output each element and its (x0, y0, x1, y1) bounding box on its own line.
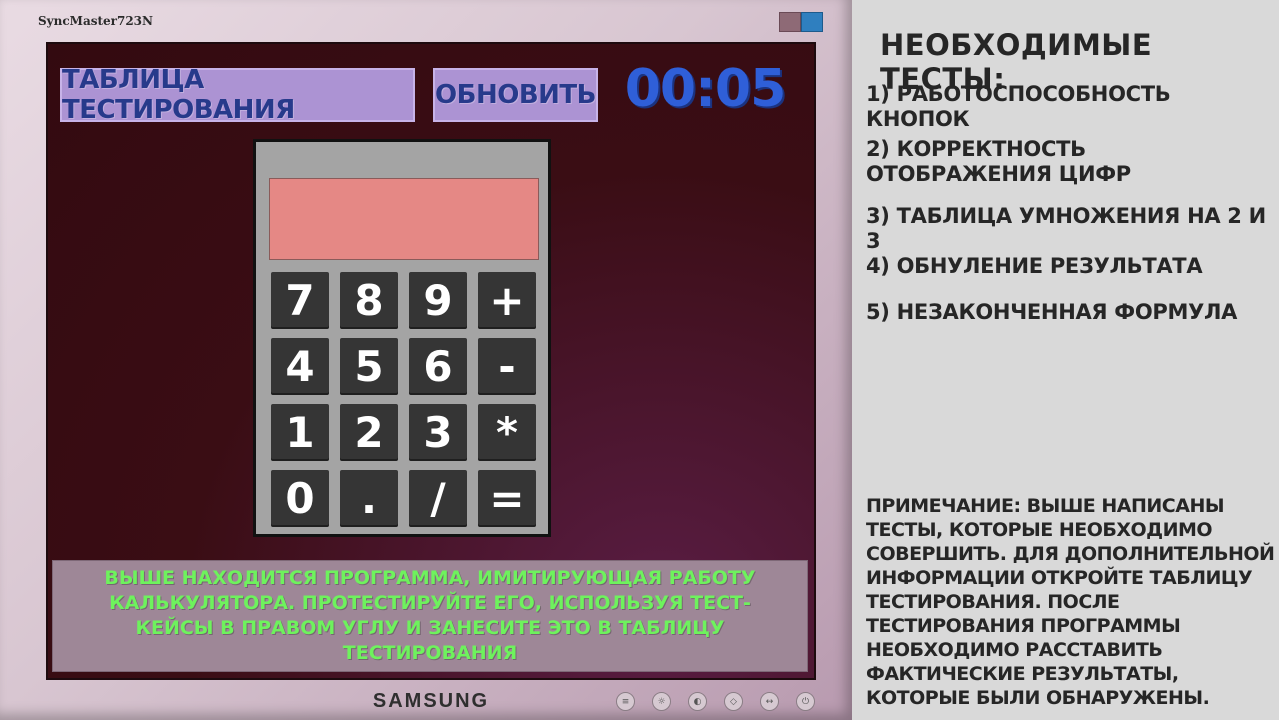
monitor-controls: ≡ ☼ ◐ ◇ ↔ ⏻ (616, 692, 815, 711)
key-8[interactable]: 8 (340, 272, 398, 329)
contrast-icon: ◐ (688, 692, 707, 711)
source-icon: ↔ (760, 692, 779, 711)
auto-icon: ◇ (724, 692, 743, 711)
instructions-panel: ВЫШЕ НАХОДИТСЯ ПРОГРАММА, ИМИТИРУЮЩАЯ РА… (52, 560, 808, 672)
test-item: 4) ОБНУЛЕНИЕ РЕЗУЛЬТАТА (866, 254, 1203, 278)
key-5[interactable]: 5 (340, 338, 398, 395)
calculator-display (269, 178, 539, 260)
test-item: 3) ТАБЛИЦА УМНОЖЕНИЯ НА 2 И 3 (866, 204, 1266, 253)
key-minus[interactable]: - (478, 338, 536, 395)
key-plus[interactable]: + (478, 272, 536, 329)
key-6[interactable]: 6 (409, 338, 467, 395)
key-2[interactable]: 2 (340, 404, 398, 461)
timer: 00:05 (624, 59, 787, 119)
power-icon: ⏻ (796, 692, 815, 711)
calculator-keypad: 7 8 9 + 4 5 6 - 1 2 3 * 0 . / = (271, 272, 536, 527)
brightness-icon: ☼ (652, 692, 671, 711)
tests-panel: НЕОБХОДИМЫЕ ТЕСТЫ: 1) РАБОТОСПОСОБНОСТЬ … (852, 0, 1279, 720)
monitor-screen: ТАБЛИЦА ТЕСТИРОВАНИЯ ОБНОВИТЬ 00:05 7 8 … (46, 42, 816, 680)
monitor-model-label: SyncMaster723N (38, 14, 154, 28)
key-3[interactable]: 3 (409, 404, 467, 461)
note-text: ПРИМЕЧАНИЕ: ВЫШЕ НАПИСАНЫ ТЕСТЫ, КОТОРЫЕ… (866, 495, 1275, 709)
test-item: 1) РАБОТОСПОСОБНОСТЬ КНОПОК (866, 82, 1171, 131)
test-item: 5) НЕЗАКОНЧЕННАЯ ФОРМУЛА (866, 300, 1238, 324)
key-decimal[interactable]: . (340, 470, 398, 527)
key-0[interactable]: 0 (271, 470, 329, 527)
key-9[interactable]: 9 (409, 272, 467, 329)
calculator: 7 8 9 + 4 5 6 - 1 2 3 * 0 . / = (253, 139, 551, 537)
indicator-icon (779, 12, 801, 32)
key-divide[interactable]: / (409, 470, 467, 527)
key-4[interactable]: 4 (271, 338, 329, 395)
testing-table-button[interactable]: ТАБЛИЦА ТЕСТИРОВАНИЯ (60, 65, 415, 125)
test-item: 2) КОРРЕКТНОСТЬ ОТОБРАЖЕНИЯ ЦИФР (866, 137, 1131, 186)
indicator-icon (801, 12, 823, 32)
key-1[interactable]: 1 (271, 404, 329, 461)
monitor-frame: SyncMaster723N ТАБЛИЦА ТЕСТИРОВАНИЯ ОБНО… (0, 0, 852, 720)
menu-icon: ≡ (616, 692, 635, 711)
key-equals[interactable]: = (478, 470, 536, 527)
key-multiply[interactable]: * (478, 404, 536, 461)
refresh-button[interactable]: ОБНОВИТЬ (433, 68, 598, 122)
key-7[interactable]: 7 (271, 272, 329, 329)
